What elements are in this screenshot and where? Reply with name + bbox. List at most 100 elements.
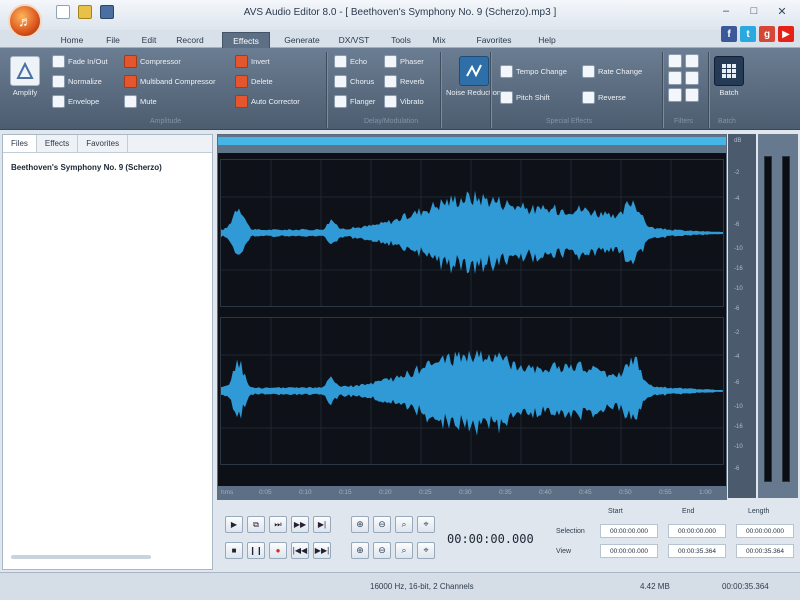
tab-favorites[interactable]: Favorites (468, 32, 520, 48)
fast-forward-button[interactable]: ▶▶ (291, 516, 309, 533)
vibrato-button[interactable]: Vibrato (384, 94, 424, 109)
horizontal-scrollbar[interactable] (11, 555, 151, 559)
window-title: AVS Audio Editor 8.0 - [ Beethoven's Sym… (243, 7, 557, 18)
waveform-view[interactable] (217, 134, 727, 498)
left-channel[interactable] (220, 159, 724, 307)
view-end-field[interactable]: 00:00:35.364 (668, 544, 726, 558)
app-menu-button[interactable]: ♬ (8, 4, 42, 38)
noise-reduction-icon (458, 56, 489, 86)
filter-icon[interactable] (685, 54, 699, 68)
minimize-button[interactable]: – (712, 2, 740, 20)
tab-generate[interactable]: Generate (278, 32, 326, 48)
delete-effect-button[interactable]: Delete (235, 74, 273, 89)
filter-icon[interactable] (668, 71, 682, 85)
auto-corrector-icon (235, 95, 248, 108)
flanger-label: Flanger (350, 97, 376, 106)
fade-in-out-button[interactable]: Fade In/Out (52, 54, 108, 69)
overview-selection[interactable] (218, 137, 726, 145)
compressor-button[interactable]: Compressor (124, 54, 181, 69)
tab-help[interactable]: Help (530, 32, 564, 48)
multiband-compressor-button[interactable]: Multiband Compressor (124, 74, 215, 89)
rewind-to-start-button[interactable]: |◀◀ (291, 542, 309, 559)
facebook-icon[interactable]: f (721, 26, 737, 42)
maximize-button[interactable]: □ (740, 2, 768, 20)
chorus-button[interactable]: Chorus (334, 74, 374, 89)
view-start-field[interactable]: 00:00:00.000 (600, 544, 658, 558)
db-label: -6 (734, 380, 740, 386)
auto-corrector-button[interactable]: Auto Corrector (235, 94, 300, 109)
play-selection-button[interactable]: ⧉ (247, 516, 265, 533)
tab-home[interactable]: Home (52, 32, 92, 48)
play-next-button[interactable]: ▶| (313, 516, 331, 533)
stop-button[interactable]: ■ (225, 542, 243, 559)
tab-tools[interactable]: Tools (384, 32, 418, 48)
filter-icon[interactable] (668, 54, 682, 68)
status-format: 16000 Hz, 16-bit, 2 Channels (370, 582, 474, 591)
title-bar: ♬ AVS Audio Editor 8.0 - [ Beethoven's S… (0, 0, 800, 38)
zoom-fit-vertical-icon[interactable]: ⌕ (395, 542, 413, 559)
zoom-selection-icon[interactable]: ⌕ (395, 516, 413, 533)
tab-file[interactable]: File (96, 32, 130, 48)
tab-record[interactable]: Record (170, 32, 210, 48)
youtube-icon[interactable]: ▶ (778, 26, 794, 42)
rate-change-button[interactable]: Rate Change (582, 64, 642, 79)
record-button[interactable]: ● (269, 542, 287, 559)
filter-icon[interactable] (668, 88, 682, 102)
selection-start-field[interactable]: 00:00:00.000 (600, 524, 658, 538)
file-list-item[interactable]: Beethoven's Symphony No. 9 (Scherzo) (11, 163, 204, 172)
tempo-change-label: Tempo Change (516, 67, 567, 76)
zoom-out-vertical-icon[interactable]: ⊖ (373, 542, 391, 559)
google-plus-icon[interactable]: g (759, 26, 775, 42)
pause-button[interactable]: ❙❙ (247, 542, 265, 559)
pitch-shift-button[interactable]: Pitch Shift (500, 90, 550, 105)
reverse-label: Reverse (598, 93, 626, 102)
right-channel[interactable] (220, 317, 724, 465)
selection-length-field[interactable]: 00:00:00.000 (736, 524, 794, 538)
reverb-icon (384, 75, 397, 88)
zoom-in-horizontal-icon[interactable]: ⊕ (351, 516, 369, 533)
zoom-reset-icon[interactable]: ⌖ (417, 542, 435, 559)
flanger-button[interactable]: Flanger (334, 94, 375, 109)
tempo-change-button[interactable]: Tempo Change (500, 64, 567, 79)
overview-bar[interactable] (218, 135, 726, 153)
close-button[interactable]: ✕ (768, 2, 796, 20)
envelope-button[interactable]: Envelope (52, 94, 99, 109)
zoom-all-icon[interactable]: ⌖ (417, 516, 435, 533)
tab-panel-favorites[interactable]: Favorites (78, 135, 129, 152)
tab-dx-vst[interactable]: DX/VST (332, 32, 376, 48)
amplify-button[interactable]: Amplify (10, 56, 40, 97)
filter-icon[interactable] (685, 71, 699, 85)
tab-effects[interactable]: Effects (222, 32, 270, 48)
echo-button[interactable]: Echo (334, 54, 367, 69)
twitter-icon[interactable]: t (740, 26, 756, 42)
noise-reduction-button[interactable]: Noise Reduction (446, 56, 501, 97)
play-button[interactable]: ▶ (225, 516, 243, 533)
filter-icon[interactable] (685, 88, 699, 102)
zoom-in-vertical-icon[interactable]: ⊕ (351, 542, 369, 559)
zoom-out-horizontal-icon[interactable]: ⊖ (373, 516, 391, 533)
tab-panel-effects[interactable]: Effects (37, 135, 79, 152)
ruler-label: 0:45 (579, 489, 592, 496)
files-panel-tabs: Files Effects Favorites (3, 135, 212, 153)
tab-edit[interactable]: Edit (132, 32, 166, 48)
noise-reduction-label: Noise Reduction (446, 88, 502, 97)
phaser-label: Phaser (400, 57, 424, 66)
tab-files[interactable]: Files (3, 135, 37, 152)
batch-button[interactable]: Batch (714, 56, 744, 97)
status-bar: 16000 Hz, 16-bit, 2 Channels 4.42 MB 00:… (0, 572, 800, 600)
reverb-button[interactable]: Reverb (384, 74, 424, 89)
selection-end-field[interactable]: 00:00:00.000 (668, 524, 726, 538)
tab-mix[interactable]: Mix (424, 32, 454, 48)
view-length-field[interactable]: 00:00:35.364 (736, 544, 794, 558)
skip-to-end-button[interactable]: ▶▶| (313, 542, 331, 559)
normalize-button[interactable]: Normalize (52, 74, 102, 89)
filter-icons (668, 54, 699, 102)
invert-button[interactable]: Invert (235, 54, 270, 69)
time-ruler[interactable]: hms 0:05 0:10 0:15 0:20 0:25 0:30 0:35 0… (217, 486, 727, 500)
mute-button[interactable]: Mute (124, 94, 157, 109)
db-label: -6 (734, 222, 740, 228)
reverse-button[interactable]: Reverse (582, 90, 626, 105)
ruler-label: 0:15 (339, 489, 352, 496)
play-to-end-button[interactable]: ⏭ (269, 516, 287, 533)
phaser-button[interactable]: Phaser (384, 54, 424, 69)
